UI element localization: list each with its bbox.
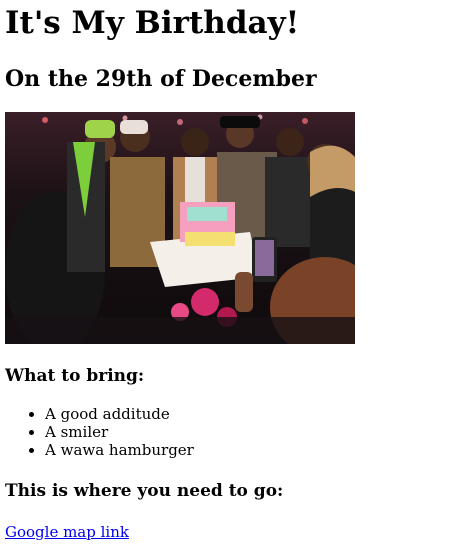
list-item: A good additude	[45, 405, 455, 423]
page-title: It's My Birthday!	[5, 5, 300, 41]
go-heading: This is where you need to go:	[5, 481, 284, 501]
bring-list: A good additude A smiler A wawa hamburge…	[5, 405, 455, 459]
list-item: A smiler	[45, 423, 455, 441]
bring-heading: What to bring:	[5, 366, 145, 386]
birthday-party-photo	[5, 112, 355, 344]
page-content: It's My Birthday! On the 29th of Decembe…	[0, 5, 460, 541]
map-link-paragraph: Google map link	[5, 523, 455, 541]
list-item: A wawa hamburger	[45, 441, 455, 459]
date-heading: On the 29th of December	[5, 66, 317, 92]
google-map-link[interactable]: Google map link	[5, 523, 129, 541]
